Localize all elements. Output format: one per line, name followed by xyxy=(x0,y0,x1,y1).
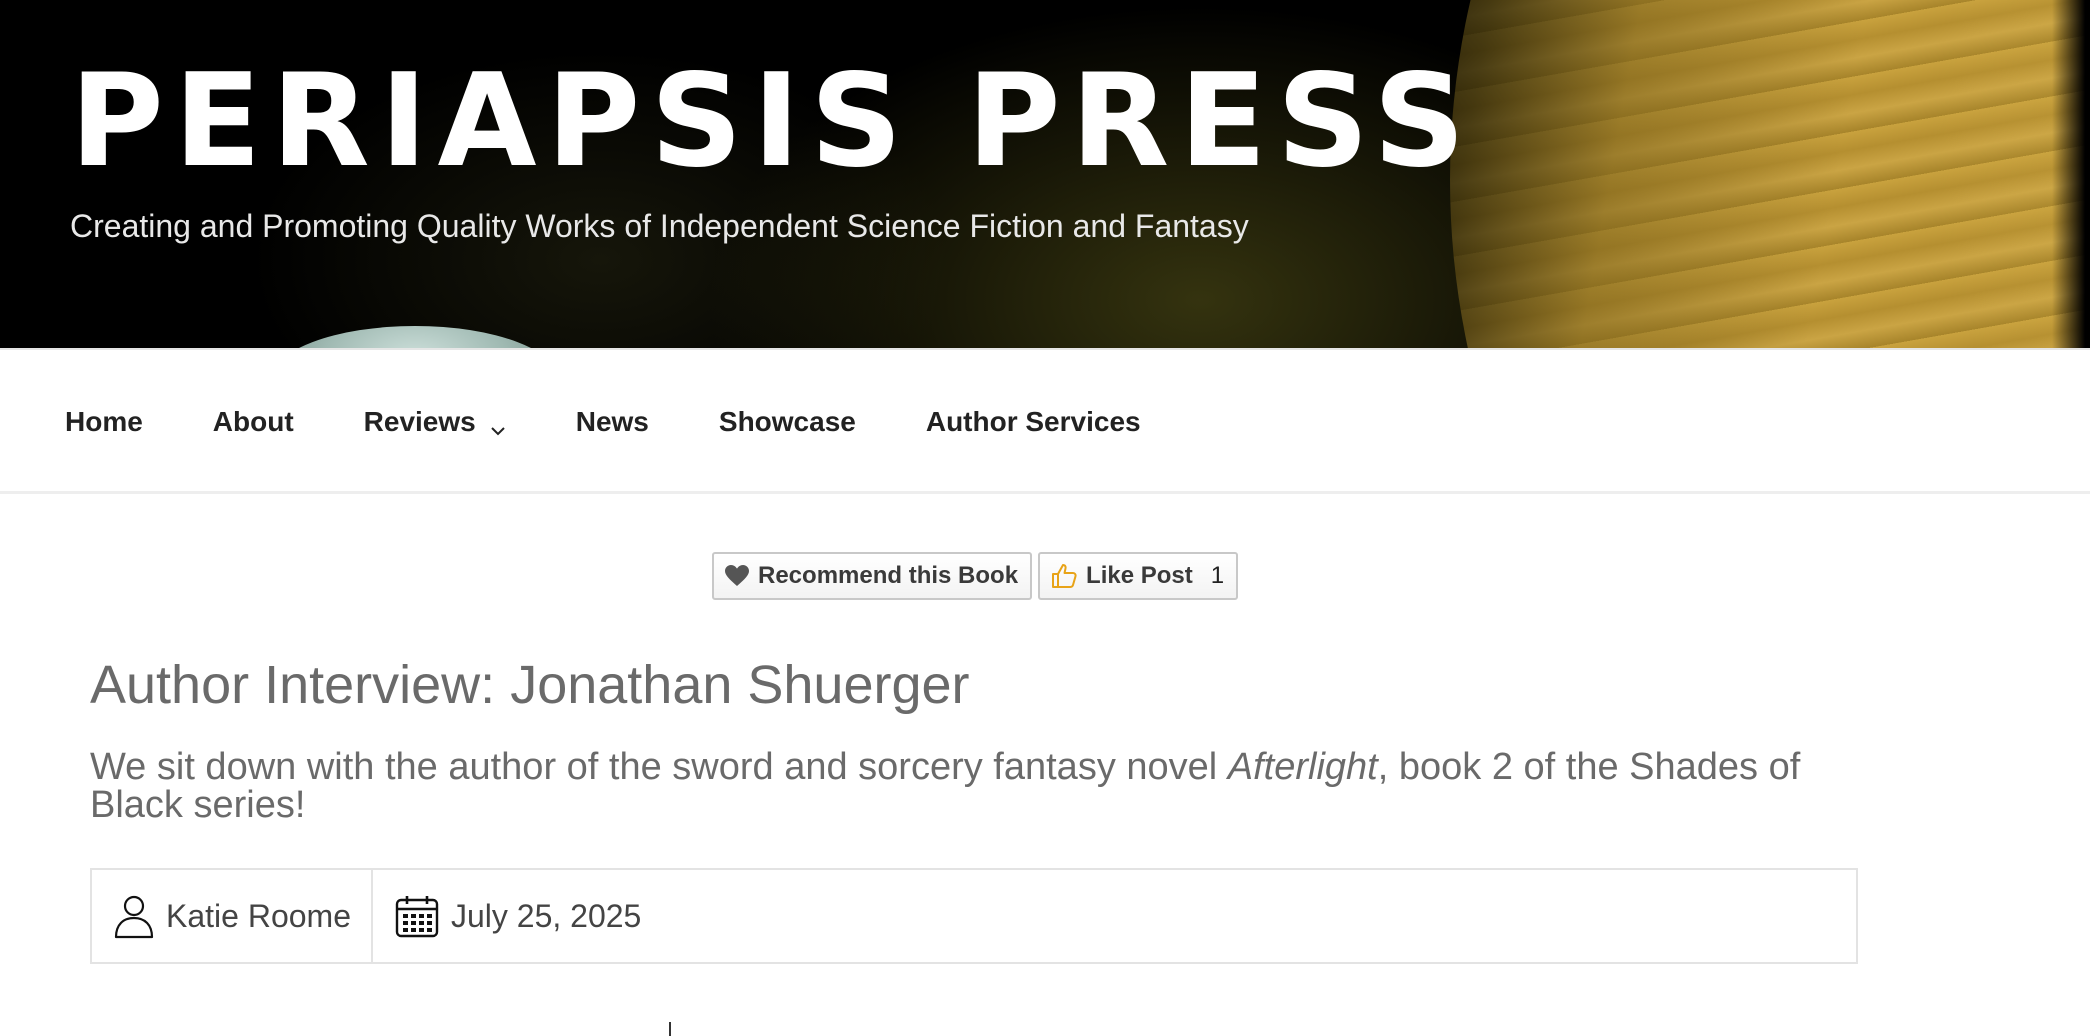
site-tagline: Creating and Promoting Quality Works of … xyxy=(70,208,1249,244)
post-subtitle: We sit down with the author of the sword… xyxy=(90,748,1850,824)
post-meta: Katie Roome July 25, 2025 xyxy=(90,868,1858,964)
like-count: 1 xyxy=(1210,562,1225,589)
subtitle-text-before: We sit down with the author of the sword… xyxy=(90,746,1228,788)
site-header: PERIAPSIS PRESS Creating and Promoting Q… xyxy=(0,0,2090,348)
recommend-label: Recommend this Book xyxy=(758,562,1019,589)
like-post-button[interactable]: Like Post 1 xyxy=(1038,552,1239,600)
post-title: Author Interview: Jonathan Shuerger xyxy=(90,655,970,715)
nav-item-label: Author Services xyxy=(925,406,1141,437)
nav-item-label: Home xyxy=(65,406,143,437)
planet-edge-shadow xyxy=(2052,0,2090,348)
nav-item-home[interactable]: Home xyxy=(65,402,143,442)
like-label: Like Post xyxy=(1086,562,1193,589)
nav-item-author-services[interactable]: Author Services xyxy=(926,402,1141,442)
thumbs-up-icon xyxy=(1050,562,1078,590)
post-date-text: July 25, 2025 xyxy=(450,897,642,934)
user-icon xyxy=(114,893,154,939)
nav-item-label: Showcase xyxy=(718,406,856,437)
heart-icon xyxy=(724,564,750,588)
nav-item-label: News xyxy=(575,406,649,437)
header-planet-image xyxy=(1450,0,2090,348)
nav-item-reviews[interactable]: Reviews xyxy=(364,402,506,442)
site-title[interactable]: PERIAPSIS PRESS xyxy=(70,52,1475,192)
text-cursor xyxy=(669,1022,671,1036)
nav-item-showcase[interactable]: Showcase xyxy=(719,402,856,442)
nav-menu: Home About Reviews News Showcase Author … xyxy=(65,402,1211,442)
nav-item-label: About xyxy=(212,406,294,437)
calendar-icon xyxy=(395,894,439,938)
nav-item-news[interactable]: News xyxy=(576,402,649,442)
post-author[interactable]: Katie Roome xyxy=(92,870,371,962)
nav-item-label: Reviews xyxy=(363,406,476,437)
nav-item-about[interactable]: About xyxy=(213,402,294,442)
author-name: Katie Roome xyxy=(166,897,351,934)
post-date: July 25, 2025 xyxy=(370,870,661,962)
post-actions: Recommend this Book Like Post 1 xyxy=(712,552,1239,600)
subtitle-book-title: Afterlight xyxy=(1227,746,1378,788)
main-navigation: Home About Reviews News Showcase Author … xyxy=(0,348,2090,494)
chevron-down-icon xyxy=(490,414,506,436)
recommend-book-button[interactable]: Recommend this Book xyxy=(712,552,1033,600)
